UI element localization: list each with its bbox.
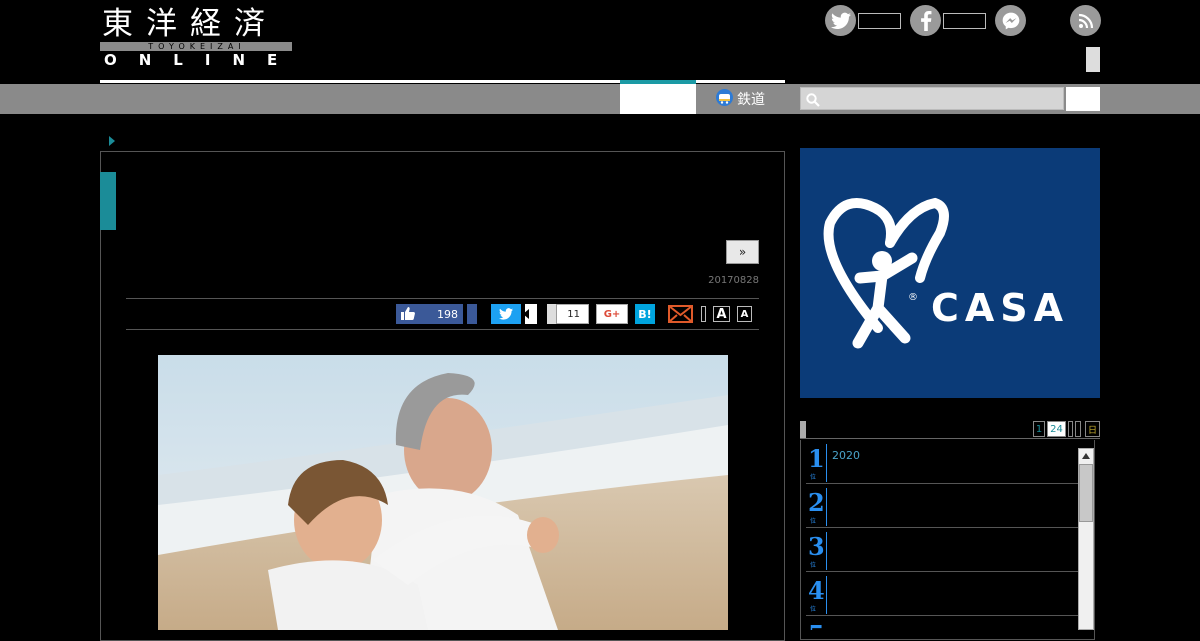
rank-divider	[826, 532, 827, 570]
rank-divider	[826, 488, 827, 526]
rank-suffix: 位	[810, 474, 817, 481]
nav-tab-railway-label: 鉄道	[737, 92, 765, 108]
facebook-like-count	[943, 13, 986, 29]
facebook-icon[interactable]	[910, 5, 941, 36]
rank-title[interactable]: 2020	[832, 449, 860, 462]
share-count-divider	[547, 304, 557, 324]
ranking-tab-month[interactable]	[1075, 421, 1081, 437]
twitter-icon[interactable]	[825, 5, 856, 36]
facebook-like-count-label: 198	[437, 307, 458, 321]
ranking-header-marker	[800, 421, 806, 438]
ranking-tab-1h[interactable]: 1	[1033, 421, 1045, 437]
ranking-item[interactable]: 1 位 2020	[806, 440, 1078, 484]
rss-icon[interactable]	[1070, 5, 1101, 36]
tweet-button[interactable]	[491, 304, 521, 324]
casa-logo-icon	[823, 197, 949, 349]
google-plus-button[interactable]: G+	[596, 304, 628, 324]
next-page-button[interactable]: »	[726, 240, 759, 264]
ranking-tab-24h[interactable]: 24	[1047, 421, 1066, 437]
ranking-item[interactable]: 3 位	[806, 528, 1078, 572]
font-size-large-button[interactable]: A	[713, 306, 730, 322]
facebook-like-button[interactable]: 198	[396, 304, 463, 324]
messenger-icon[interactable]	[995, 5, 1026, 36]
menu-button[interactable]	[1086, 47, 1100, 72]
twitter-bird-icon	[499, 305, 513, 324]
search-button[interactable]	[1066, 87, 1100, 111]
thumbs-up-icon	[401, 305, 415, 324]
scroll-up-arrow-icon[interactable]	[1079, 449, 1093, 463]
ad-brand-text: CASA	[931, 286, 1070, 330]
print-button[interactable]	[701, 306, 706, 322]
ranking-tab-daily[interactable]: 日	[1085, 421, 1100, 437]
ranking-scrollbar-thumb[interactable]	[1079, 464, 1093, 522]
article-hero-image	[158, 355, 728, 630]
ranking-header-rule	[800, 438, 1100, 439]
logo-kanji[interactable]: 東洋経済	[102, 6, 278, 42]
nav-tab-railway[interactable]: 鉄道	[716, 84, 765, 114]
rank-number: 1	[808, 444, 825, 473]
breadcrumb-arrow-icon	[109, 136, 115, 146]
nav-tab-active[interactable]	[620, 84, 696, 114]
rank-suffix: 位	[810, 606, 817, 613]
mail-icon[interactable]	[668, 305, 693, 323]
rank-number: 5	[808, 622, 825, 631]
ranking-tab-week[interactable]	[1068, 421, 1073, 437]
ranking-item[interactable]: 2 位	[806, 484, 1078, 528]
article-date: 20170828	[708, 275, 759, 286]
logo-online: ONLINE	[104, 51, 300, 69]
train-icon	[716, 88, 733, 110]
share-bar-top-rule	[126, 298, 759, 299]
share-bar-bottom-rule	[126, 329, 759, 330]
article-title-accent	[100, 172, 116, 230]
ad-registered-mark: ®	[908, 292, 918, 303]
twitter-follow-count	[858, 13, 901, 29]
rank-suffix: 位	[810, 518, 817, 525]
font-size-small-button[interactable]: A	[737, 306, 752, 322]
search-icon	[806, 92, 820, 111]
hatena-bookmark-button[interactable]: B!	[635, 304, 655, 324]
share-count-label: 11	[567, 308, 580, 320]
rank-divider	[826, 576, 827, 614]
ranking-item[interactable]: 5	[806, 616, 1078, 631]
rank-number: 3	[808, 532, 825, 561]
rank-number: 4	[808, 576, 825, 605]
tweet-count-notch	[523, 309, 529, 319]
rank-number: 2	[808, 488, 825, 517]
search-input[interactable]	[800, 87, 1064, 110]
rank-suffix: 位	[810, 562, 817, 569]
rank-divider	[826, 444, 827, 482]
facebook-share-tail[interactable]	[467, 304, 477, 324]
ranking-item[interactable]: 4 位	[806, 572, 1078, 616]
ad-banner[interactable]	[800, 148, 1100, 398]
